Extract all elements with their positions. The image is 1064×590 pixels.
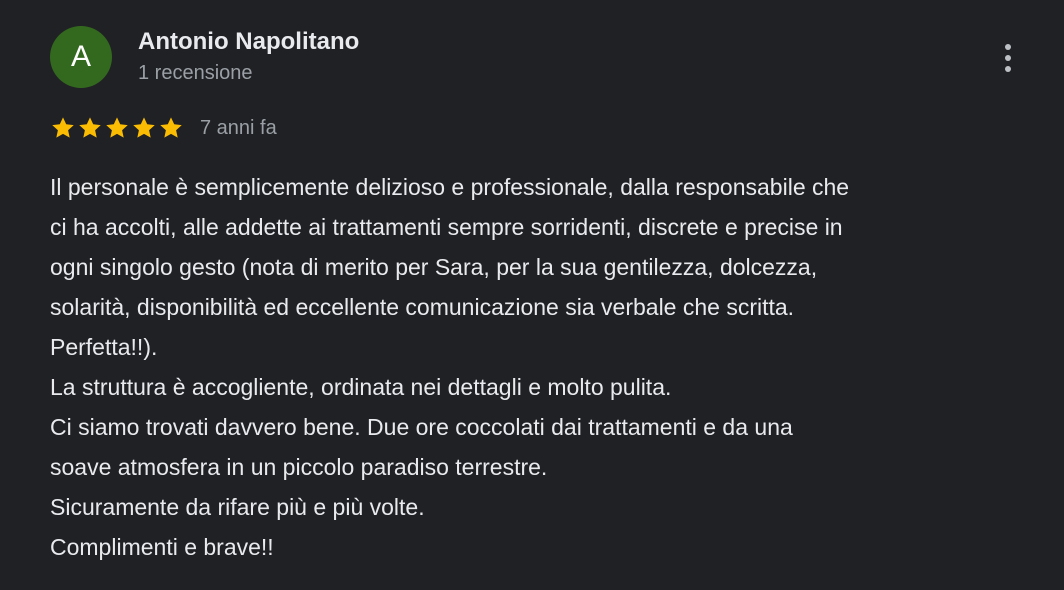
- review-card: A Antonio Napolitano 1 recensione 7 anni…: [0, 0, 1064, 590]
- star-icon: [79, 117, 101, 138]
- review-line: Ci siamo trovati davvero bene. Due ore c…: [50, 414, 793, 440]
- review-line: Il personale è semplicemente delizioso e…: [50, 174, 850, 200]
- review-line: ci ha accolti, alle addette ai trattamen…: [50, 214, 843, 240]
- more-vert-icon: [1005, 44, 1011, 50]
- star-icon: [133, 117, 155, 138]
- review-line: Complimenti e brave!!: [50, 534, 274, 560]
- review-date: 7 anni fa: [200, 116, 277, 139]
- review-line: ogni singolo gesto (nota di merito per S…: [50, 254, 818, 280]
- star-icon: [52, 117, 74, 138]
- avatar-initial: A: [70, 40, 91, 73]
- review-line: La struttura è accogliente, ordinata nei…: [50, 374, 672, 400]
- review-line: soave atmosfera in un piccolo paradiso t…: [50, 454, 548, 480]
- review-line: solarità, disponibilità ed eccellente co…: [50, 294, 795, 320]
- star-icon: [160, 117, 182, 138]
- review-line: Perfetta!!).: [50, 334, 158, 360]
- star-icon: [106, 117, 128, 138]
- author-review-count[interactable]: 1 recensione: [138, 62, 253, 85]
- review-line: Sicuramente da rifare più e più volte.: [50, 494, 425, 520]
- review-text: Il personale è semplicemente delizioso e…: [50, 167, 1040, 567]
- star-rating: [50, 115, 184, 141]
- rating-row: 7 anni fa: [50, 113, 277, 143]
- avatar[interactable]: A: [50, 26, 112, 88]
- more-options-button[interactable]: [990, 36, 1026, 80]
- author-name[interactable]: Antonio Napolitano: [138, 28, 359, 56]
